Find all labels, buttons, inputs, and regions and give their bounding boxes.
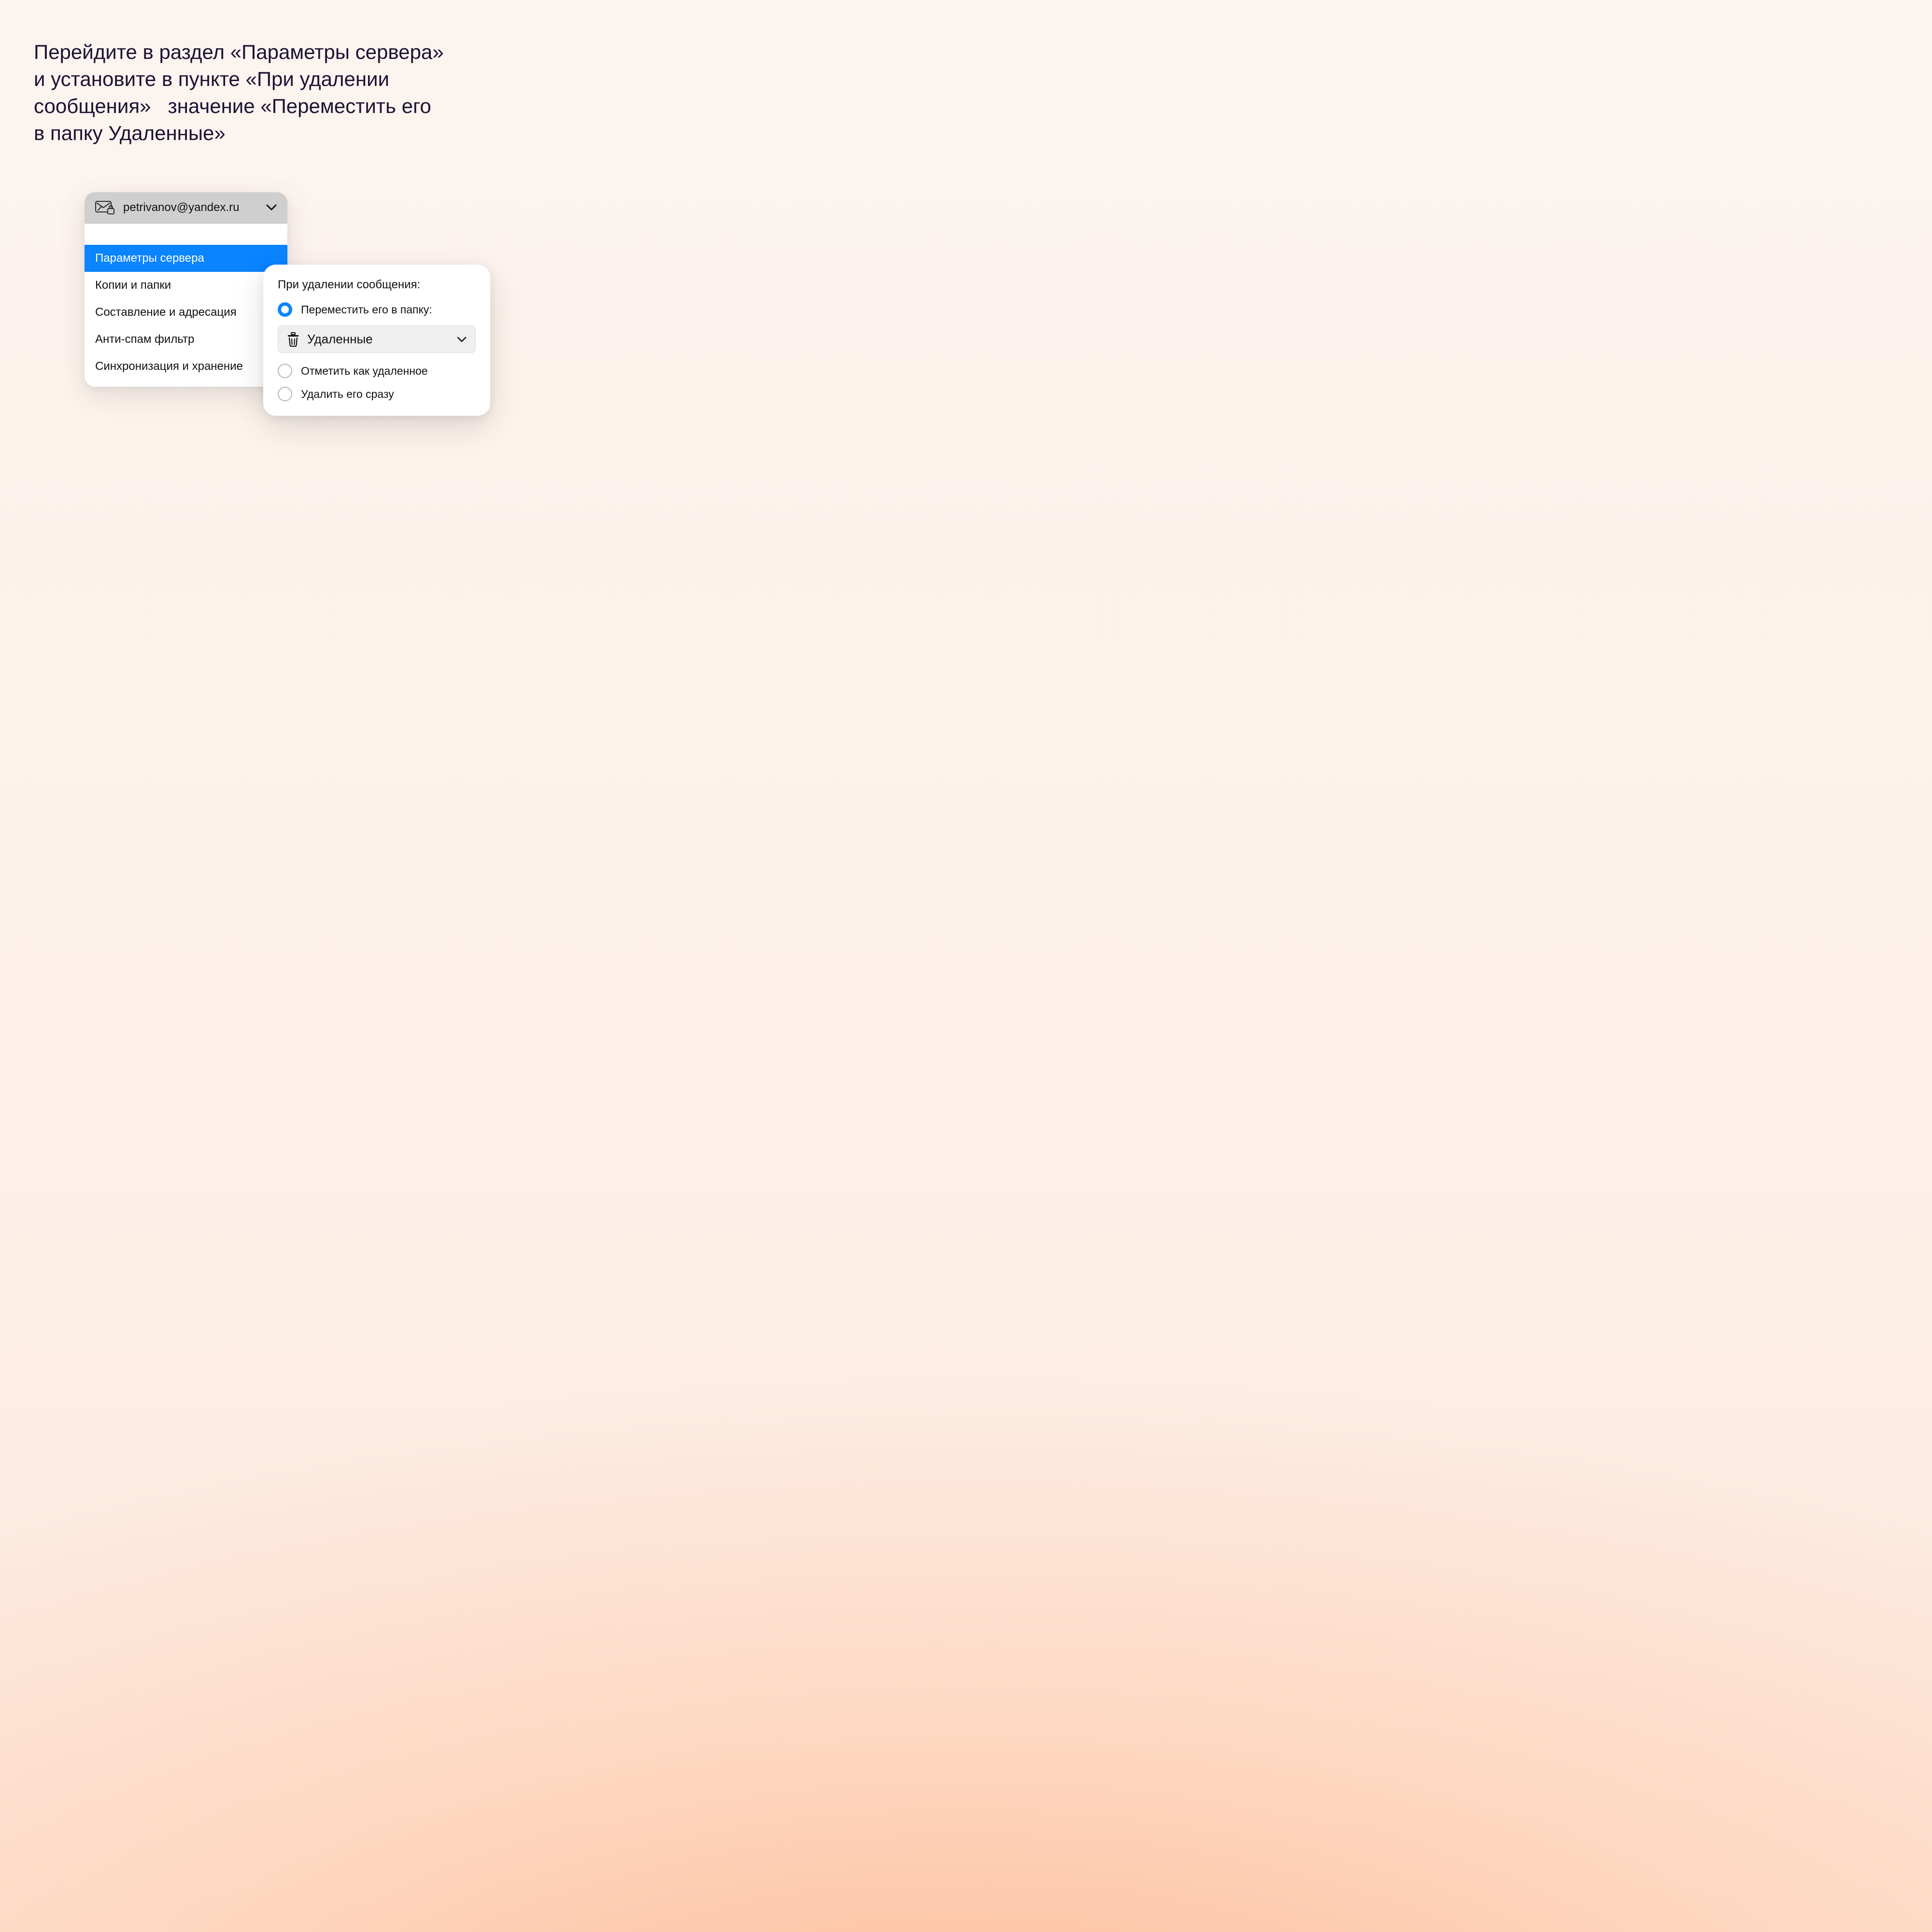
account-header[interactable]: petrivanov@yandex.ru [85,192,287,224]
menu-item-server-params[interactable]: Параметры сервера [85,245,287,272]
menu-item-sync-storage[interactable]: Синхронизация и хранение [85,353,287,380]
folder-select-label: Удаленные [307,332,449,347]
menu-item-composition[interactable]: Составление и адресация [85,299,287,326]
settings-menu: Параметры сервера Копии и папки Составле… [85,245,287,387]
instruction-text: Перейдите в раздел «Параметры сервера» и… [34,39,497,146]
option-mark-deleted[interactable]: Отметить как удаленное [278,364,476,378]
folder-select[interactable]: Удаленные [278,325,476,353]
menu-item-copies-folders[interactable]: Копии и папки [85,272,287,299]
option-move-label: Переместить его в папку: [301,303,432,316]
chevron-down-icon[interactable] [457,337,467,342]
account-email: petrivanov@yandex.ru [123,201,257,214]
delete-options-panel: При удалении сообщения: Переместить его … [263,265,490,416]
option-move-to-folder[interactable]: Переместить его в папку: [278,302,476,317]
delete-section-title: При удалении сообщения: [278,278,476,292]
option-mark-label: Отметить как удаленное [301,365,428,378]
stage: petrivanov@yandex.ru Параметры сервера К… [85,192,1898,463]
settings-sidebar: petrivanov@yandex.ru Параметры сервера К… [85,192,287,387]
radio-mark-deleted[interactable] [278,364,292,378]
sidebar-spacer [85,224,287,245]
trash-icon [287,332,299,347]
option-delete-now-label: Удалить его сразу [301,388,394,401]
radio-delete-now[interactable] [278,387,292,401]
menu-item-antispam[interactable]: Анти-спам фильтр [85,326,287,353]
mail-lock-icon [95,201,114,214]
radio-move-to-folder[interactable] [278,302,292,317]
option-delete-now[interactable]: Удалить его сразу [278,387,476,401]
chevron-down-icon[interactable] [266,204,277,211]
